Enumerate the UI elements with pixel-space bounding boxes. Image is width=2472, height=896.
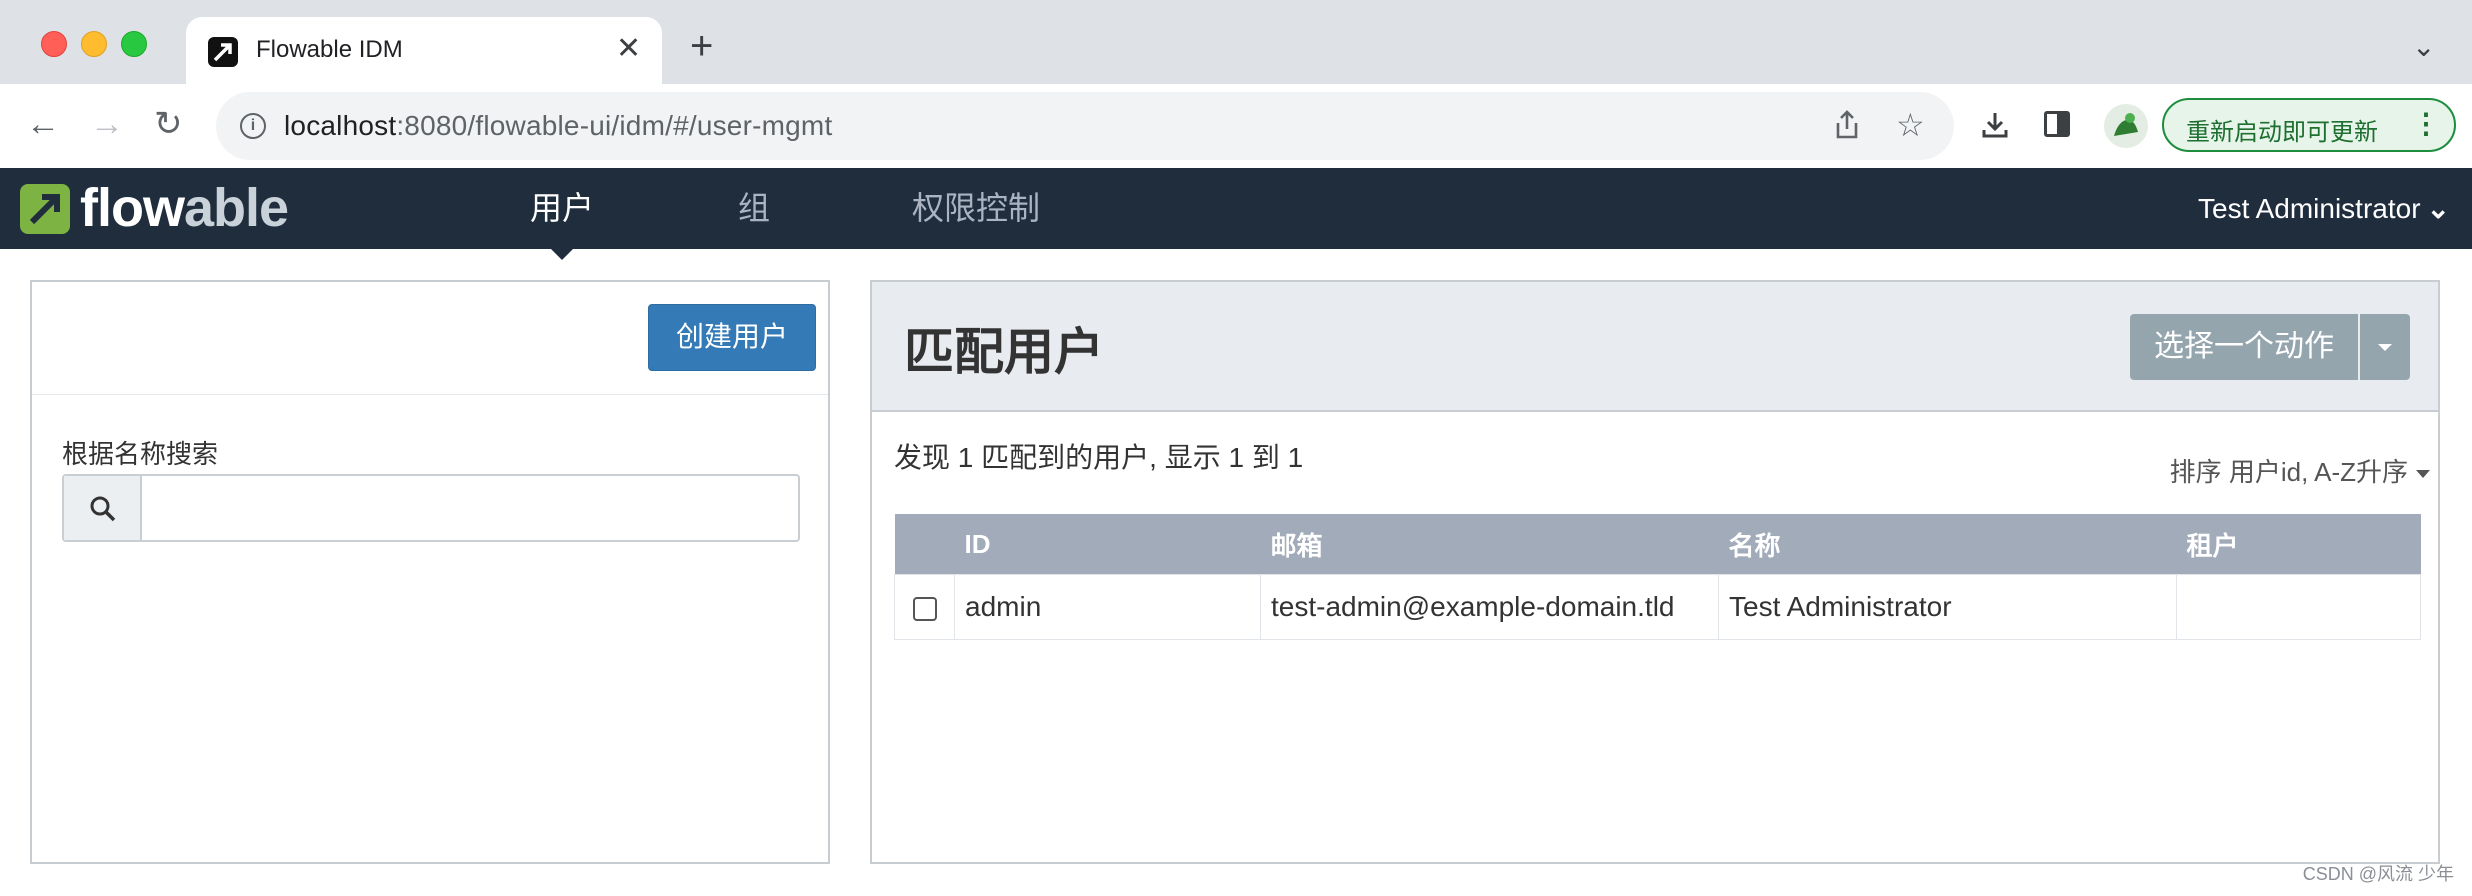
cell-id[interactable]: admin: [954, 574, 1261, 640]
watermark: CSDN @风流 少年: [2302, 864, 2454, 884]
table-header-row: ID 邮箱 名称 租户: [894, 514, 2421, 575]
column-header-tenant[interactable]: 租户: [2176, 514, 2421, 575]
user-name: Test Administrator: [2198, 193, 2421, 224]
user-table: ID 邮箱 名称 租户 admin test-admin@example-dom…: [894, 514, 2421, 640]
column-header-id[interactable]: ID: [954, 514, 1261, 575]
caret-down-icon: [2416, 470, 2430, 479]
flowable-favicon-icon: [208, 37, 238, 67]
zoom-window-button[interactable]: [121, 31, 147, 57]
relaunch-update-button[interactable]: 重新启动即可更新 ⋮: [2162, 98, 2456, 152]
profile-avatar[interactable]: [2104, 104, 2148, 148]
left-panel: 创建用户 根据名称搜索: [30, 280, 830, 864]
column-header-select: [894, 514, 955, 575]
cell-name[interactable]: Test Administrator: [1718, 574, 2177, 640]
browser-toolbar: ← → ↻ localhost:8080/flowable-ui/idm/#/u…: [0, 84, 2472, 168]
back-arrow-icon[interactable]: ←: [26, 104, 60, 144]
site-info-icon[interactable]: [240, 113, 266, 139]
cell-email[interactable]: test-admin@example-domain.tld: [1260, 574, 1719, 640]
more-menu-icon[interactable]: ⋮: [2412, 109, 2440, 139]
address-bar[interactable]: localhost:8080/flowable-ui/idm/#/user-mg…: [216, 92, 1954, 160]
table-row[interactable]: admin test-admin@example-domain.tld Test…: [894, 574, 2421, 640]
reload-icon[interactable]: ↻: [154, 104, 183, 144]
row-select-cell: [894, 574, 955, 640]
update-label: 重新启动即可更新: [2186, 119, 2378, 146]
create-user-button[interactable]: 创建用户: [648, 304, 816, 371]
search-label: 根据名称搜索: [62, 439, 219, 469]
tab-close-icon[interactable]: ✕: [616, 31, 641, 67]
sort-dropdown[interactable]: 排序 用户id, A-Z升序: [2170, 452, 2430, 489]
nav-item-privileges[interactable]: 权限控制: [912, 188, 1040, 228]
active-nav-indicator: [551, 249, 573, 260]
result-count: 发现 1 匹配到的用户, 显示 1 到 1: [894, 442, 1304, 473]
user-menu[interactable]: Test Administrator ⌄: [2198, 192, 2450, 225]
logo-wordmark: flowable: [80, 178, 289, 238]
tab-search-chevron-icon[interactable]: ⌄: [2412, 30, 2435, 63]
page-title: 匹配用户: [904, 324, 1104, 380]
cell-tenant[interactable]: [2176, 574, 2421, 640]
forward-arrow-icon[interactable]: →: [90, 104, 124, 144]
search-icon: [64, 476, 142, 540]
column-header-email[interactable]: 邮箱: [1260, 514, 1719, 575]
action-dropdown-toggle[interactable]: [2360, 314, 2410, 380]
close-window-button[interactable]: [41, 31, 67, 57]
new-tab-button[interactable]: +: [690, 26, 713, 66]
action-button[interactable]: 选择一个动作: [2130, 314, 2358, 380]
minimize-window-button[interactable]: [81, 31, 107, 57]
url-text[interactable]: localhost:8080/flowable-ui/idm/#/user-mg…: [284, 110, 832, 142]
browser-tab[interactable]: Flowable IDM ✕: [186, 17, 662, 84]
side-panel-icon[interactable]: [2044, 111, 2070, 137]
chevron-down-icon: ⌄: [2426, 193, 2450, 224]
browser-tabstrip: Flowable IDM ✕ + ⌄: [0, 0, 2472, 84]
share-icon[interactable]: [1833, 110, 1861, 145]
nav-item-users[interactable]: 用户: [530, 188, 594, 228]
app-navbar: flowable 用户 组 权限控制 Test Administrator ⌄: [0, 168, 2472, 249]
flowable-logo-icon: [20, 184, 70, 234]
right-panel-header: 匹配用户 选择一个动作: [872, 282, 2438, 412]
row-checkbox[interactable]: [913, 596, 937, 621]
search-group: [62, 474, 800, 542]
column-header-name[interactable]: 名称: [1718, 514, 2177, 575]
sort-label: 排序 用户id, A-Z升序: [2169, 457, 2408, 487]
bookmark-star-icon[interactable]: ☆: [1896, 106, 1925, 144]
tab-title: Flowable IDM: [256, 36, 403, 63]
download-icon[interactable]: [1980, 110, 2010, 145]
left-panel-header: 创建用户: [32, 282, 828, 395]
search-input[interactable]: [144, 476, 798, 540]
right-panel: 匹配用户 选择一个动作 发现 1 匹配到的用户, 显示 1 到 1 排序 用户i…: [870, 280, 2440, 864]
nav-item-groups[interactable]: 组: [738, 188, 770, 228]
